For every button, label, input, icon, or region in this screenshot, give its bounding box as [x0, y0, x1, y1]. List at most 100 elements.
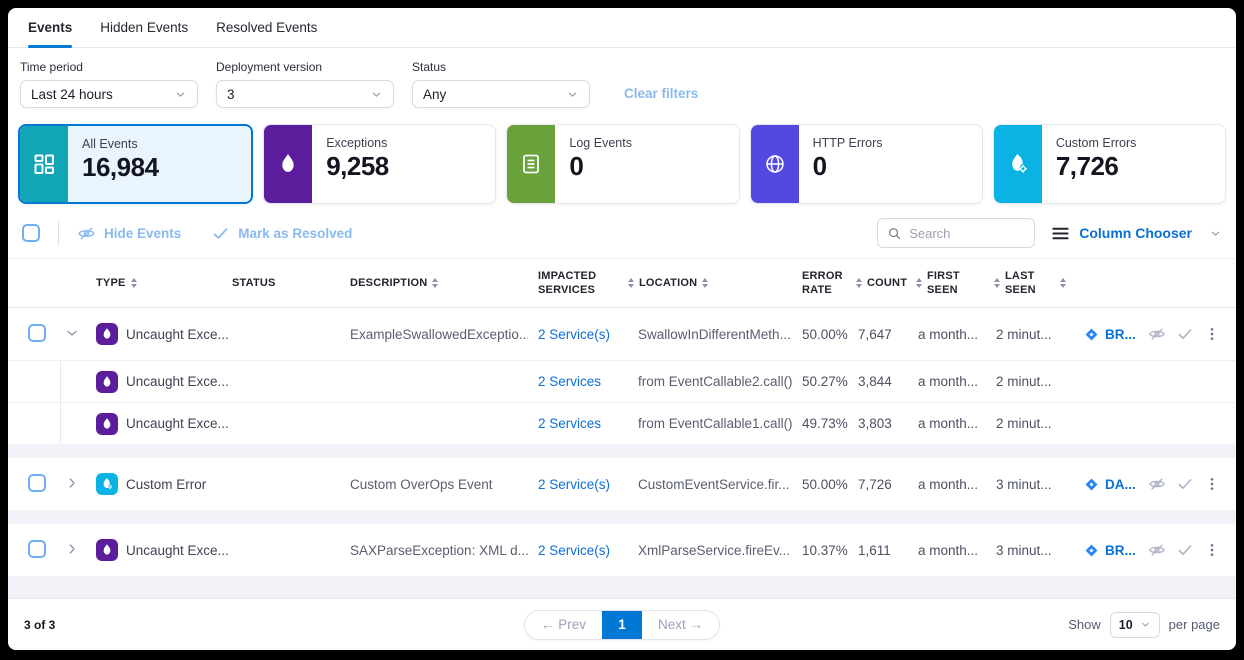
sort-icon[interactable] — [1060, 278, 1066, 288]
page-size-select[interactable]: 10 — [1110, 612, 1160, 638]
page-size-control: Show 10 per page — [1068, 612, 1220, 638]
event-description: SAXParseException: XML d... — [336, 543, 528, 558]
resolve-row-icon[interactable] — [1176, 541, 1194, 559]
hide-events-button[interactable]: Hide Events — [77, 224, 181, 243]
tab-resolved-events[interactable]: Resolved Events — [216, 8, 317, 47]
card-label: Custom Errors — [1056, 136, 1137, 150]
event-row: Uncaught Exce... ExampleSwallowedExcepti… — [8, 308, 1236, 360]
column-chooser-button[interactable]: Column Chooser — [1051, 224, 1222, 243]
card-value: 0 — [569, 151, 632, 182]
exception-type-icon — [96, 323, 118, 345]
next-page-button[interactable]: Next → — [642, 611, 719, 639]
sort-icon[interactable] — [432, 278, 438, 288]
impacted-services-link[interactable]: 2 Services — [538, 374, 601, 389]
column-header-status[interactable]: STATUS — [230, 276, 336, 290]
impacted-services-link[interactable]: 2 Service(s) — [538, 543, 610, 558]
column-header-description[interactable]: DESCRIPTION — [336, 276, 528, 290]
event-count: 3,844 — [856, 374, 916, 389]
mark-resolved-button[interactable]: Mark as Resolved — [211, 224, 352, 243]
event-location: from EventCallable1.call() — [626, 416, 800, 431]
sort-icon[interactable] — [856, 278, 862, 288]
row-checkbox[interactable] — [28, 540, 46, 558]
status-label: Status — [412, 60, 590, 74]
row-checkbox[interactable] — [28, 474, 46, 492]
page-size-value: 10 — [1119, 618, 1133, 632]
sort-icon[interactable] — [994, 278, 1000, 288]
mark-resolved-label: Mark as Resolved — [238, 226, 352, 241]
deployment-version-label: Deployment version — [216, 60, 394, 74]
custom-error-type-icon — [96, 473, 118, 495]
jira-ticket-link[interactable]: BR... — [1070, 327, 1136, 342]
chevron-down-icon — [1209, 227, 1222, 240]
jira-ticket-link[interactable]: DA... — [1070, 477, 1136, 492]
search-box[interactable] — [877, 218, 1035, 248]
sort-icon[interactable] — [702, 278, 708, 288]
event-count: 1,611 — [856, 543, 916, 558]
hide-row-icon[interactable] — [1148, 475, 1166, 493]
event-location: CustomEventService.fir... — [626, 477, 800, 492]
column-header-count[interactable]: COUNT — [856, 276, 916, 290]
check-icon — [211, 224, 230, 243]
tab-events[interactable]: Events — [28, 8, 72, 47]
column-label: ERROR RATE — [802, 269, 852, 298]
card-http-errors[interactable]: HTTP Errors 0 — [750, 124, 983, 204]
collapse-row-icon[interactable] — [64, 325, 80, 341]
column-header-last-seen[interactable]: LAST SEEN — [994, 269, 1070, 298]
ticket-label: DA... — [1105, 477, 1136, 492]
globe-icon — [751, 125, 799, 203]
status-select[interactable]: Any — [412, 80, 590, 108]
search-input[interactable] — [909, 226, 1025, 241]
impacted-services-link[interactable]: 2 Service(s) — [538, 327, 610, 342]
event-type: Uncaught Exce... — [126, 374, 229, 389]
event-description: Custom OverOps Event — [336, 477, 528, 492]
card-log-events[interactable]: Log Events 0 — [506, 124, 739, 204]
ticket-label: BR... — [1105, 543, 1136, 558]
column-label: IMPACTED SERVICES — [538, 269, 608, 298]
column-header-first-seen[interactable]: FIRST SEEN — [916, 269, 994, 298]
column-header-error-rate[interactable]: ERROR RATE — [800, 269, 856, 298]
row-menu-icon[interactable] — [1204, 476, 1220, 492]
clear-filters-button[interactable]: Clear filters — [624, 86, 698, 101]
card-custom-errors[interactable]: Custom Errors 7,726 — [993, 124, 1226, 204]
impacted-services-link[interactable]: 2 Service(s) — [538, 477, 610, 492]
search-icon — [887, 226, 902, 241]
jira-ticket-link[interactable]: BR... — [1070, 543, 1136, 558]
event-row: Custom Error Custom OverOps Event 2 Serv… — [8, 458, 1236, 510]
prev-page-button[interactable]: ← Prev — [525, 611, 602, 639]
event-last-seen: 2 minut... — [994, 416, 1070, 431]
resolve-row-icon[interactable] — [1176, 325, 1194, 343]
column-header-type[interactable]: TYPE — [86, 276, 230, 290]
column-label: LOCATION — [639, 276, 697, 290]
chevron-down-icon — [370, 88, 383, 101]
expand-row-icon[interactable] — [64, 475, 80, 491]
event-error-rate: 10.37% — [800, 543, 856, 558]
page-1-button[interactable]: 1 — [602, 611, 642, 639]
event-count: 7,647 — [856, 327, 916, 342]
hide-row-icon[interactable] — [1148, 541, 1166, 559]
card-all-events[interactable]: All Events 16,984 — [18, 124, 253, 204]
select-all-checkbox[interactable] — [22, 224, 40, 242]
eye-slash-icon — [77, 224, 96, 243]
card-exceptions[interactable]: Exceptions 9,258 — [263, 124, 496, 204]
row-checkbox[interactable] — [28, 324, 46, 342]
column-header-impacted-services[interactable]: IMPACTED SERVICES — [528, 269, 626, 298]
hide-row-icon[interactable] — [1148, 325, 1166, 343]
app-window: Events Hidden Events Resolved Events Tim… — [8, 8, 1236, 650]
resolve-row-icon[interactable] — [1176, 475, 1194, 493]
deployment-version-select[interactable]: 3 — [216, 80, 394, 108]
row-menu-icon[interactable] — [1204, 326, 1220, 342]
column-header-location[interactable]: LOCATION — [626, 276, 800, 290]
sort-icon[interactable] — [628, 278, 634, 288]
event-subrows: Uncaught Exce... 2 Services from EventCa… — [8, 360, 1236, 444]
pagination: ← Prev 1 Next → — [524, 610, 720, 640]
sort-icon[interactable] — [131, 278, 137, 288]
sort-icon[interactable] — [916, 278, 922, 288]
time-period-select[interactable]: Last 24 hours — [20, 80, 198, 108]
event-type: Custom Error — [126, 477, 206, 492]
card-label: HTTP Errors — [813, 136, 883, 150]
expand-row-icon[interactable] — [64, 541, 80, 557]
impacted-services-link[interactable]: 2 Services — [538, 416, 601, 431]
tab-hidden-events[interactable]: Hidden Events — [100, 8, 188, 47]
row-menu-icon[interactable] — [1204, 542, 1220, 558]
table-footer: 3 of 3 ← Prev 1 Next → Show 10 per page — [8, 598, 1236, 650]
